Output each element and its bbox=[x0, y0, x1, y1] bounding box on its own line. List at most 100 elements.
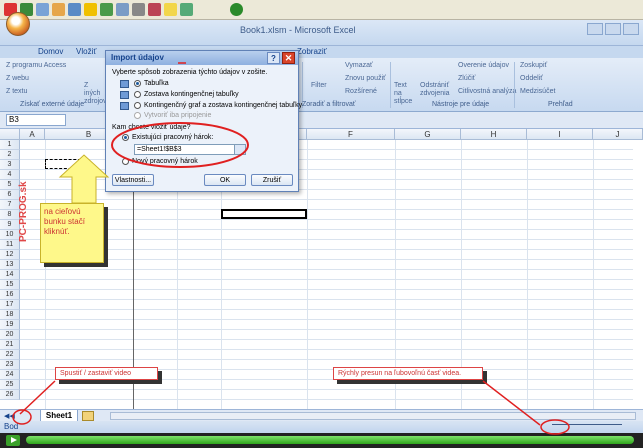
from-other-sources-button[interactable]: Z iných zdrojov bbox=[84, 82, 106, 106]
tab-home[interactable]: Domov bbox=[38, 47, 63, 56]
row-header[interactable]: 4 bbox=[0, 170, 20, 180]
close-dialog-button[interactable]: ✕ bbox=[282, 52, 295, 64]
home-icon[interactable] bbox=[52, 3, 65, 16]
horizontal-scrollbar[interactable] bbox=[110, 412, 636, 420]
column-header[interactable]: A bbox=[20, 129, 45, 140]
clear-button[interactable]: Vymazať bbox=[345, 62, 373, 69]
favorites-icon[interactable] bbox=[84, 3, 97, 16]
radio-pivot-table[interactable] bbox=[134, 91, 141, 98]
row-header[interactable]: 19 bbox=[0, 320, 20, 330]
whatif-button[interactable]: Citlivostná analýza bbox=[458, 88, 516, 95]
ok-button[interactable]: OK bbox=[204, 174, 246, 186]
insert-sheet-icon[interactable] bbox=[82, 411, 94, 421]
option-existing-sheet[interactable]: Existujúci pracovný hárok: bbox=[132, 134, 213, 141]
edit-icon[interactable] bbox=[148, 3, 161, 16]
row-header[interactable]: 18 bbox=[0, 310, 20, 320]
note-icon[interactable] bbox=[164, 3, 177, 16]
radio-pivot-chart[interactable] bbox=[134, 102, 141, 109]
filter-button[interactable]: Filter bbox=[311, 82, 327, 89]
tab-view[interactable]: Zobraziť bbox=[297, 47, 327, 56]
row-header[interactable]: 17 bbox=[0, 300, 20, 310]
row-gridline bbox=[20, 319, 633, 320]
dialog-title-text: Import údajov bbox=[111, 53, 164, 62]
reference-input[interactable]: =Sheet1!$B$3 bbox=[134, 144, 242, 155]
from-access-button[interactable]: Z programu Access bbox=[6, 62, 66, 69]
row-header[interactable]: 14 bbox=[0, 270, 20, 280]
row-header[interactable]: 15 bbox=[0, 280, 20, 290]
subtotal-button[interactable]: Medzisúčet bbox=[520, 88, 555, 95]
row-gridline bbox=[20, 199, 633, 200]
maximize-button[interactable] bbox=[605, 23, 621, 35]
row-header[interactable]: 6 bbox=[0, 190, 20, 200]
messenger-icon[interactable] bbox=[180, 3, 193, 16]
print-icon[interactable] bbox=[132, 3, 145, 16]
row-header[interactable]: 1 bbox=[0, 140, 20, 150]
row-header[interactable]: 24 bbox=[0, 370, 20, 380]
option-pivot-chart[interactable]: Kontingenčný graf a zostava kontingenčne… bbox=[144, 102, 302, 109]
option-table[interactable]: Tabuľka bbox=[144, 80, 169, 87]
validation-button[interactable]: Overenie údajov bbox=[458, 62, 509, 69]
row-header[interactable]: 25 bbox=[0, 380, 20, 390]
reapply-button[interactable]: Znovu použiť bbox=[345, 75, 386, 82]
row-header[interactable]: 13 bbox=[0, 260, 20, 270]
stop-icon[interactable] bbox=[36, 3, 49, 16]
row-header[interactable]: 20 bbox=[0, 330, 20, 340]
row-header[interactable]: 12 bbox=[0, 250, 20, 260]
ungroup-button[interactable]: Oddeliť bbox=[520, 75, 543, 82]
row-header[interactable]: 9 bbox=[0, 220, 20, 230]
from-text-button[interactable]: Z textu bbox=[6, 88, 27, 95]
collapse-dialog-button[interactable] bbox=[234, 144, 246, 155]
radio-new-sheet[interactable] bbox=[122, 158, 129, 165]
minimize-button[interactable] bbox=[587, 23, 603, 35]
row-header[interactable]: 10 bbox=[0, 230, 20, 240]
group-button[interactable]: Zoskupiť bbox=[520, 62, 547, 69]
row-header[interactable]: 23 bbox=[0, 360, 20, 370]
row-header[interactable]: 7 bbox=[0, 200, 20, 210]
history-icon[interactable] bbox=[100, 3, 113, 16]
plugin-icon[interactable] bbox=[230, 3, 243, 16]
consolidate-button[interactable]: Zlúčiť bbox=[458, 75, 475, 82]
column-header[interactable]: H bbox=[461, 129, 527, 140]
ribbon-tabs: Domov Vložiť Zobraziť bbox=[0, 46, 643, 58]
option-pivot-table[interactable]: Zostava kontingenčnej tabuľky bbox=[144, 91, 239, 98]
row-gridline bbox=[20, 299, 633, 300]
tab-insert[interactable]: Vložiť bbox=[76, 47, 96, 56]
row-header[interactable]: 16 bbox=[0, 290, 20, 300]
column-header[interactable]: F bbox=[307, 129, 395, 140]
video-seek-bar[interactable] bbox=[26, 436, 634, 444]
row-header[interactable]: 8 bbox=[0, 210, 20, 220]
search-icon[interactable] bbox=[68, 3, 81, 16]
from-web-button[interactable]: Z webu bbox=[6, 75, 29, 82]
row-header[interactable]: 22 bbox=[0, 350, 20, 360]
row-header[interactable]: 2 bbox=[0, 150, 20, 160]
row-header[interactable]: 26 bbox=[0, 390, 20, 400]
remove-duplicates-button[interactable]: Odstrániť zdvojenia bbox=[420, 82, 452, 98]
option-new-sheet[interactable]: Nový pracovný hárok bbox=[132, 158, 198, 165]
radio-existing-sheet[interactable] bbox=[122, 134, 129, 141]
row-gridline bbox=[20, 349, 633, 350]
radio-table[interactable] bbox=[134, 80, 141, 87]
row-header[interactable]: 11 bbox=[0, 240, 20, 250]
sheet-nav-first-icon[interactable]: ◀◀ bbox=[4, 412, 15, 420]
row-header[interactable]: 21 bbox=[0, 340, 20, 350]
excel-titlebar: Book1.xlsm - Microsoft Excel bbox=[0, 20, 643, 46]
properties-button[interactable]: Vlastnosti... bbox=[112, 174, 154, 186]
column-header[interactable]: G bbox=[395, 129, 461, 140]
column-header[interactable]: I bbox=[527, 129, 593, 140]
mail-icon[interactable] bbox=[116, 3, 129, 16]
play-pause-button[interactable] bbox=[6, 435, 20, 446]
row-gridline bbox=[20, 399, 633, 400]
row-header[interactable]: 3 bbox=[0, 160, 20, 170]
name-box[interactable]: B3 bbox=[6, 114, 66, 126]
help-button[interactable]: ? bbox=[267, 52, 280, 64]
text-to-columns-button[interactable]: Text na stĺpce bbox=[394, 82, 416, 106]
close-button[interactable] bbox=[623, 23, 639, 35]
column-header[interactable]: J bbox=[593, 129, 643, 140]
cancel-button[interactable]: Zrušiť bbox=[251, 174, 293, 186]
zoom-slider[interactable] bbox=[552, 424, 622, 430]
select-all-corner[interactable] bbox=[0, 129, 20, 140]
row-header[interactable]: 5 bbox=[0, 180, 20, 190]
office-button[interactable] bbox=[6, 12, 30, 36]
advanced-button[interactable]: Rozšírené bbox=[345, 88, 377, 95]
active-cell[interactable] bbox=[221, 209, 307, 219]
